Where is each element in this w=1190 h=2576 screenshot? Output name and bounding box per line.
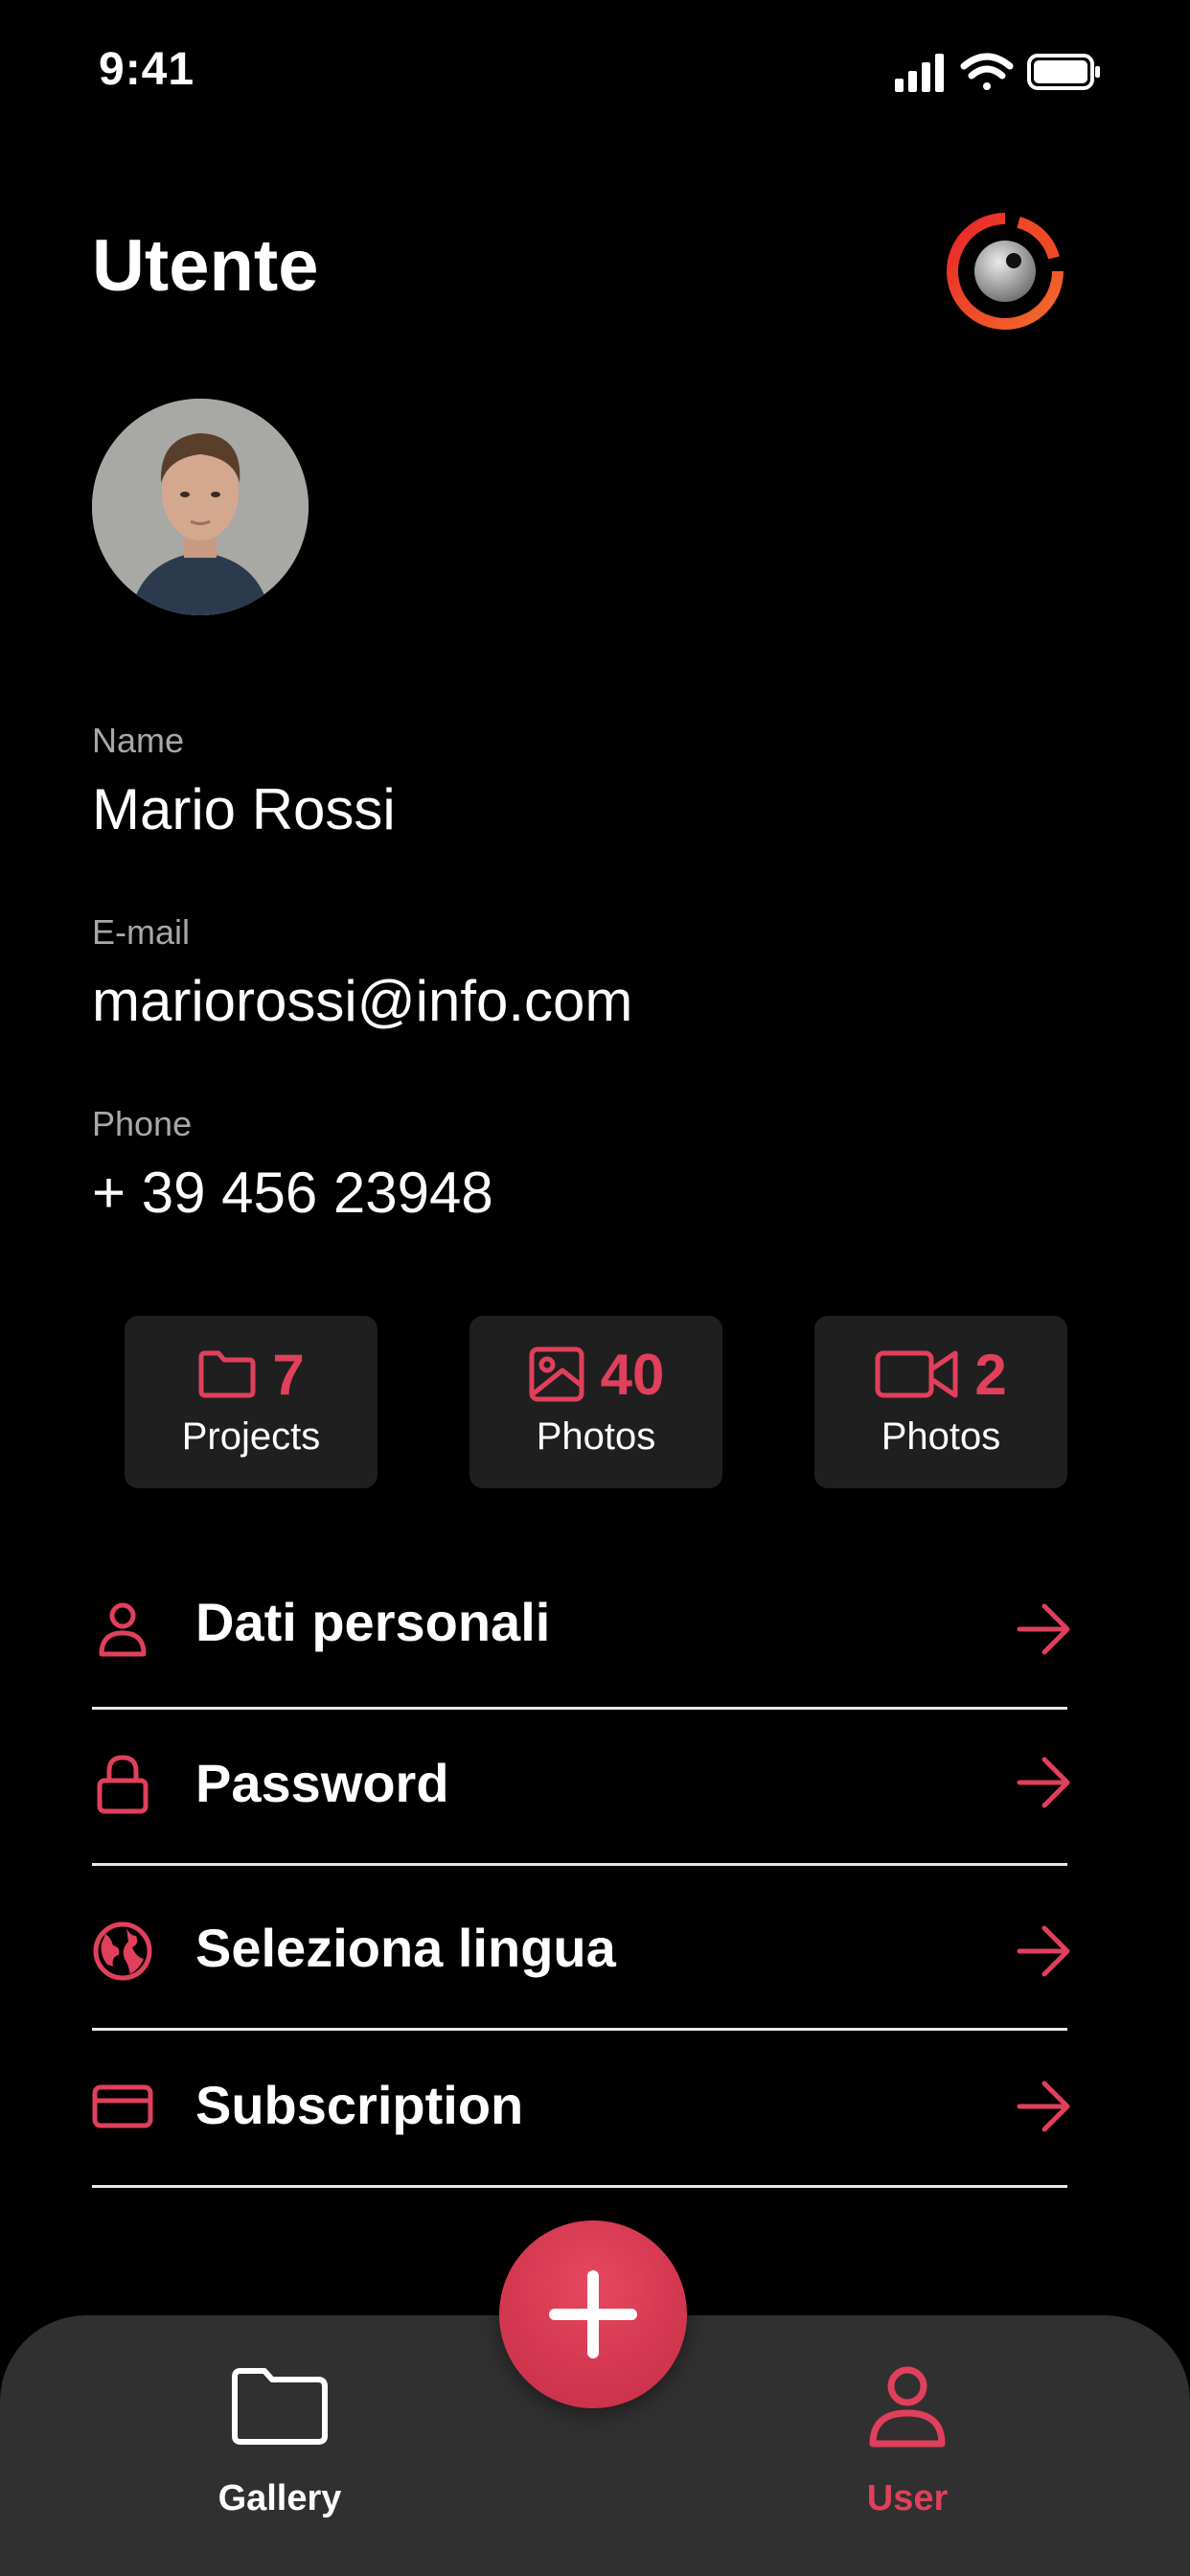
folder-icon (198, 1350, 256, 1398)
menu-item-dati-personali[interactable]: Dati personali (92, 1552, 1070, 1710)
folder-icon (232, 2368, 328, 2445)
stat-count: 40 (600, 1342, 665, 1407)
name-value: Mario Rossi (92, 777, 396, 841)
credit-card-icon (92, 2084, 153, 2128)
page-title: Utente (92, 225, 319, 307)
menu-item-seleziona-lingua[interactable]: Seleziona lingua (92, 1865, 1070, 2031)
image-icon (529, 1346, 584, 1402)
video-icon (875, 1350, 958, 1398)
email-label: E-mail (92, 912, 191, 952)
menu-item-label: Seleziona lingua (195, 1918, 616, 1978)
menu-item-label: Subscription (195, 2075, 524, 2135)
battery-icon (1027, 54, 1100, 90)
arrow-right-icon (1017, 1757, 1070, 1808)
nav-label: User (866, 2478, 949, 2518)
name-label: Name (92, 721, 185, 760)
phone-label: Phone (92, 1104, 193, 1143)
phone-value: + 39 456 23948 (92, 1161, 493, 1225)
status-icons (895, 53, 1100, 92)
arrow-right-icon (1017, 1925, 1070, 1977)
stat-count: 2 (974, 1342, 1007, 1407)
signal-icon (895, 54, 944, 92)
arrow-right-icon (1017, 1603, 1070, 1655)
camera-lens-logo-icon[interactable] (947, 213, 1064, 330)
menu-item-password[interactable]: Password (92, 1708, 1070, 1866)
plus-icon (549, 2270, 637, 2358)
menu-item-subscription[interactable]: Subscription (92, 2028, 1070, 2188)
lock-icon (97, 1755, 149, 1814)
email-value: mariorossi@info.com (92, 969, 633, 1033)
nav-item-gallery[interactable]: Gallery (165, 2365, 395, 2528)
menu-item-label: Password (195, 1753, 449, 1813)
stat-card-photos[interactable]: 40 Photos (469, 1316, 722, 1488)
stat-label: Photos (881, 1415, 1001, 1458)
stat-card-videos[interactable]: 2 Photos (814, 1316, 1067, 1488)
divider (92, 2185, 1067, 2188)
nav-item-user[interactable]: User (792, 2365, 1022, 2528)
user-photo-icon (92, 399, 309, 615)
nav-label: Gallery (217, 2478, 342, 2518)
add-button[interactable] (499, 2220, 687, 2408)
wifi-icon (960, 53, 1014, 90)
stat-label: Projects (181, 1415, 321, 1458)
status-time: 9:41 (99, 44, 195, 95)
avatar[interactable] (92, 399, 309, 615)
user-icon (869, 2366, 946, 2448)
stat-count: 7 (272, 1342, 305, 1407)
user-icon (99, 1602, 147, 1657)
arrow-right-icon (1017, 2081, 1070, 2132)
globe-icon (93, 1921, 152, 1981)
stat-label: Photos (536, 1415, 656, 1458)
menu-item-label: Dati personali (195, 1592, 551, 1652)
stat-card-projects[interactable]: 7 Projects (125, 1316, 378, 1488)
